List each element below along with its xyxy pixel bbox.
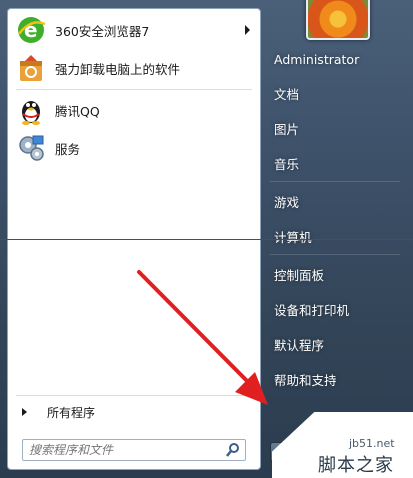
- watermark-url: jb51.net: [349, 437, 395, 450]
- watermark-name: 脚本之家: [318, 455, 394, 476]
- red-arrow-annotation: [137, 270, 268, 405]
